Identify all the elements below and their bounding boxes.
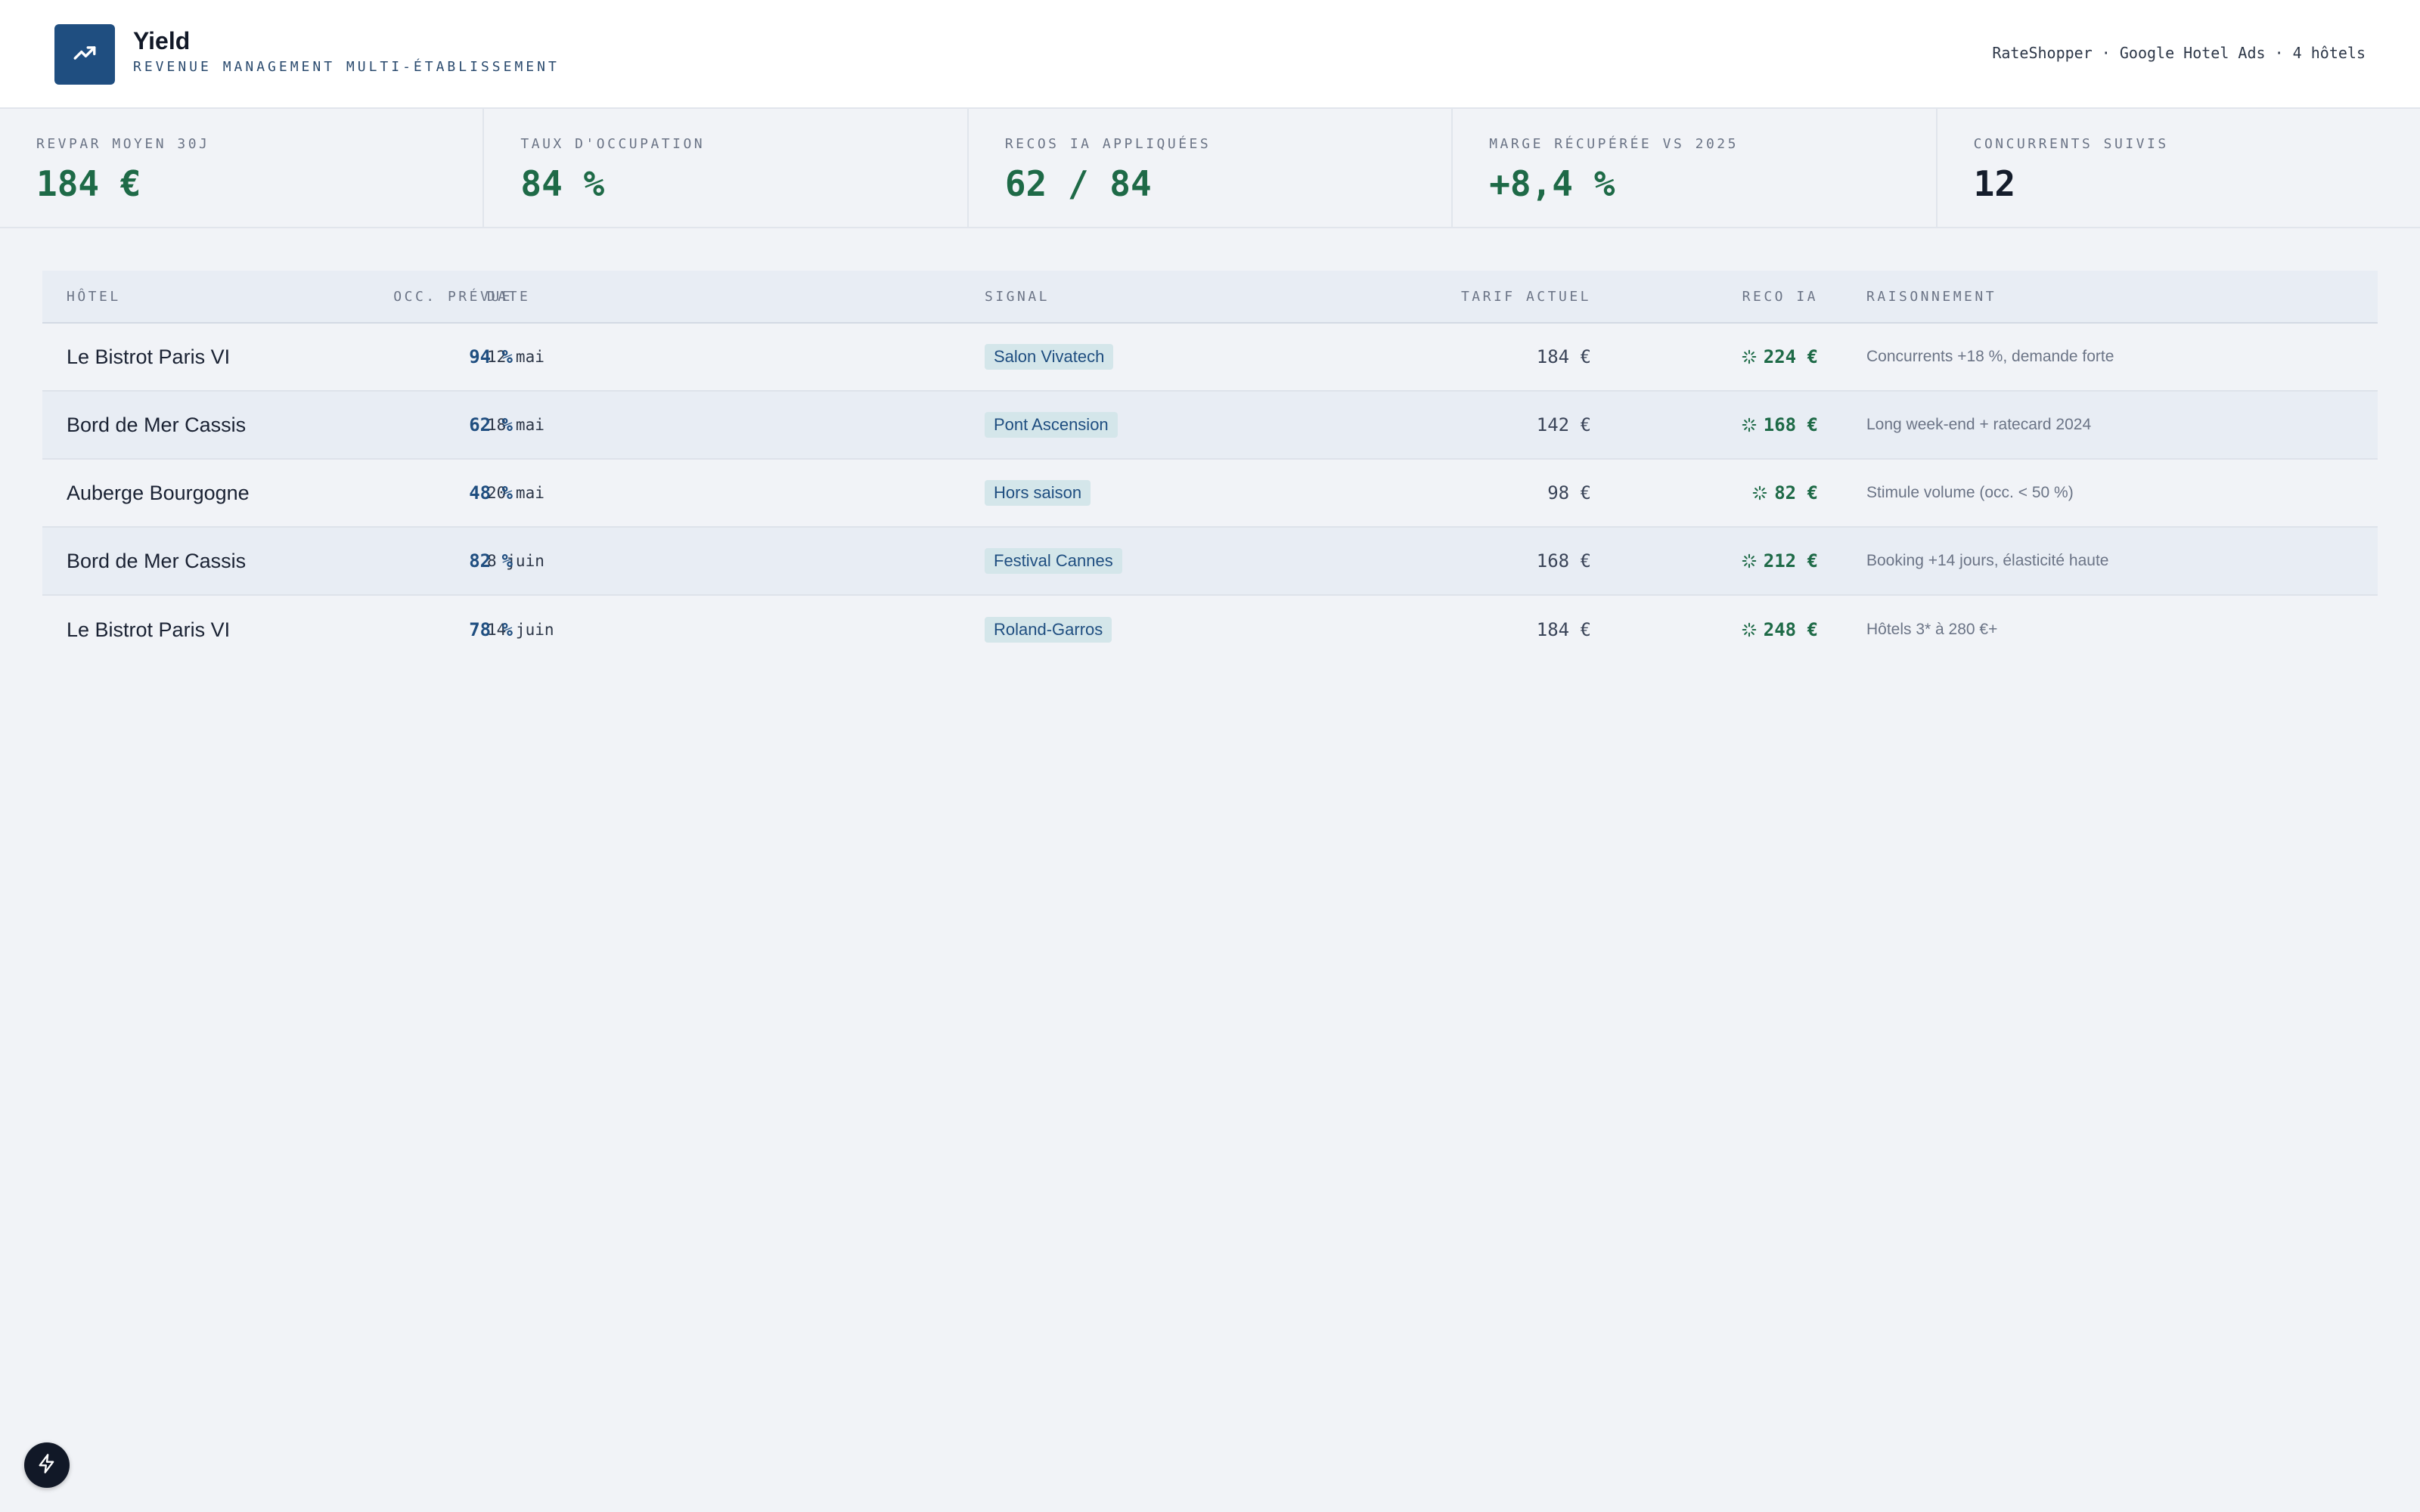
kpi-value: 84 %: [520, 163, 605, 204]
signal-badge: Roland-Garros: [985, 617, 1112, 643]
sparkle-icon: [1741, 553, 1758, 569]
kpi-revpar: REVPAR MOYEN 30J 184 €: [0, 109, 485, 227]
ai-recommended-rate[interactable]: 212 €: [1764, 550, 1818, 572]
kpi-occupation: TAUX D'OCCUPATION 84 %: [484, 109, 969, 227]
trending-up-icon: [72, 40, 98, 70]
signal-badge: Pont Ascension: [985, 412, 1118, 438]
sparkle-icon: [1741, 621, 1758, 638]
kpi-concurrents: CONCURRENTS SUIVIS 12: [1938, 109, 2420, 227]
kpi-recos: RECOS IA APPLIQUÉES 62 / 84: [969, 109, 1454, 227]
app-header: Yield REVENUE MANAGEMENT MULTI-ÉTABLISSE…: [0, 0, 2420, 109]
column-header-reco[interactable]: RECO IA: [1742, 271, 1818, 322]
reasoning-text: Booking +14 jours, élasticité haute: [1866, 552, 2109, 569]
hotel-name: Bord de Mer Cassis: [67, 413, 247, 436]
kpi-label: TAUX D'OCCUPATION: [520, 136, 706, 152]
table-row[interactable]: Le Bistrot Paris VI 12 mai 94 % Salon Vi…: [42, 324, 2378, 392]
kpi-label: MARGE RÉCUPÉRÉE VS 2025: [1489, 136, 1739, 152]
row-occupancy: 94 %: [469, 346, 513, 367]
ai-recommended-rate[interactable]: 248 €: [1764, 619, 1818, 640]
current-rate: 98 €: [1547, 482, 1591, 503]
current-rate: 168 €: [1536, 550, 1591, 572]
column-header-signal[interactable]: SIGNAL: [985, 271, 1050, 322]
kpi-label: REVPAR MOYEN 30J: [36, 136, 210, 152]
column-header-occ[interactable]: OCC. PRÉVUE: [393, 271, 513, 322]
kpi-value: 12: [1973, 163, 2016, 204]
sparkle-icon: [1751, 485, 1768, 501]
current-rate: 184 €: [1536, 346, 1591, 367]
sparkle-icon: [1741, 349, 1758, 365]
row-occupancy: 78 %: [469, 619, 513, 640]
ai-recommended-rate[interactable]: 224 €: [1764, 346, 1818, 367]
hotel-name: Auberge Bourgogne: [67, 481, 250, 504]
column-header-reason[interactable]: RAISONNEMENT: [1866, 271, 1996, 322]
signal-badge: Festival Cannes: [985, 548, 1122, 574]
kpi-label: RECOS IA APPLIQUÉES: [1004, 136, 1212, 152]
row-occupancy: 82 %: [469, 550, 513, 572]
kpi-strip: REVPAR MOYEN 30J 184 € TAUX D'OCCUPATION…: [0, 109, 2420, 228]
current-rate: 142 €: [1536, 414, 1591, 435]
table-row[interactable]: Bord de Mer Cassis 8 juin 82 % Festival …: [42, 528, 2378, 596]
table-row[interactable]: Auberge Bourgogne 20 mai 48 % Hors saiso…: [42, 460, 2378, 528]
ai-recommended-rate[interactable]: 168 €: [1764, 414, 1818, 435]
reasoning-text: Hôtels 3* à 280 €+: [1866, 621, 1998, 638]
table-row[interactable]: Le Bistrot Paris VI 14 juin 78 % Roland-…: [42, 596, 2378, 664]
table-row[interactable]: Bord de Mer Cassis 18 mai 62 % Pont Asce…: [42, 392, 2378, 460]
signal-badge: Salon Vivatech: [985, 344, 1114, 370]
app-title: Yield: [133, 27, 191, 54]
kpi-value: +8,4 %: [1489, 163, 1615, 204]
column-header-tarif[interactable]: TARIF ACTUEL: [1461, 271, 1591, 322]
column-header-hotel[interactable]: HÔTEL: [67, 271, 121, 322]
kpi-value: 184 €: [36, 163, 141, 204]
app-logo[interactable]: [54, 24, 115, 85]
kpi-value: 62 / 84: [1004, 163, 1152, 204]
reasoning-text: Concurrents +18 %, demande forte: [1866, 348, 2114, 365]
kpi-label: CONCURRENTS SUIVIS: [1973, 136, 2169, 152]
current-rate: 184 €: [1536, 619, 1591, 640]
quick-action-button[interactable]: [24, 1442, 70, 1488]
table-header: HÔTEL DATE OCC. PRÉVUE SIGNAL TARIF ACTU…: [42, 271, 2378, 324]
kpi-marge: MARGE RÉCUPÉRÉE VS 2025 +8,4 %: [1453, 109, 1938, 227]
row-occupancy: 48 %: [469, 482, 513, 503]
reasoning-text: Long week-end + ratecard 2024: [1866, 416, 2092, 433]
hotel-name: Le Bistrot Paris VI: [67, 618, 231, 641]
reasoning-text: Stimule volume (occ. < 50 %): [1866, 484, 2074, 501]
ai-recommended-rate[interactable]: 82 €: [1774, 482, 1818, 503]
lightning-icon: [36, 1453, 57, 1478]
header-meta: RateShopper · Google Hotel Ads · 4 hôtel…: [1992, 44, 2366, 62]
row-occupancy: 62 %: [469, 414, 513, 435]
hotel-name: Bord de Mer Cassis: [67, 549, 247, 572]
signal-badge: Hors saison: [985, 480, 1091, 506]
sparkle-icon: [1741, 417, 1758, 433]
app-subtitle: REVENUE MANAGEMENT MULTI-ÉTABLISSEMENT: [133, 59, 560, 75]
hotel-name: Le Bistrot Paris VI: [67, 345, 231, 368]
recommendations-table: HÔTEL DATE OCC. PRÉVUE SIGNAL TARIF ACTU…: [42, 271, 2378, 664]
